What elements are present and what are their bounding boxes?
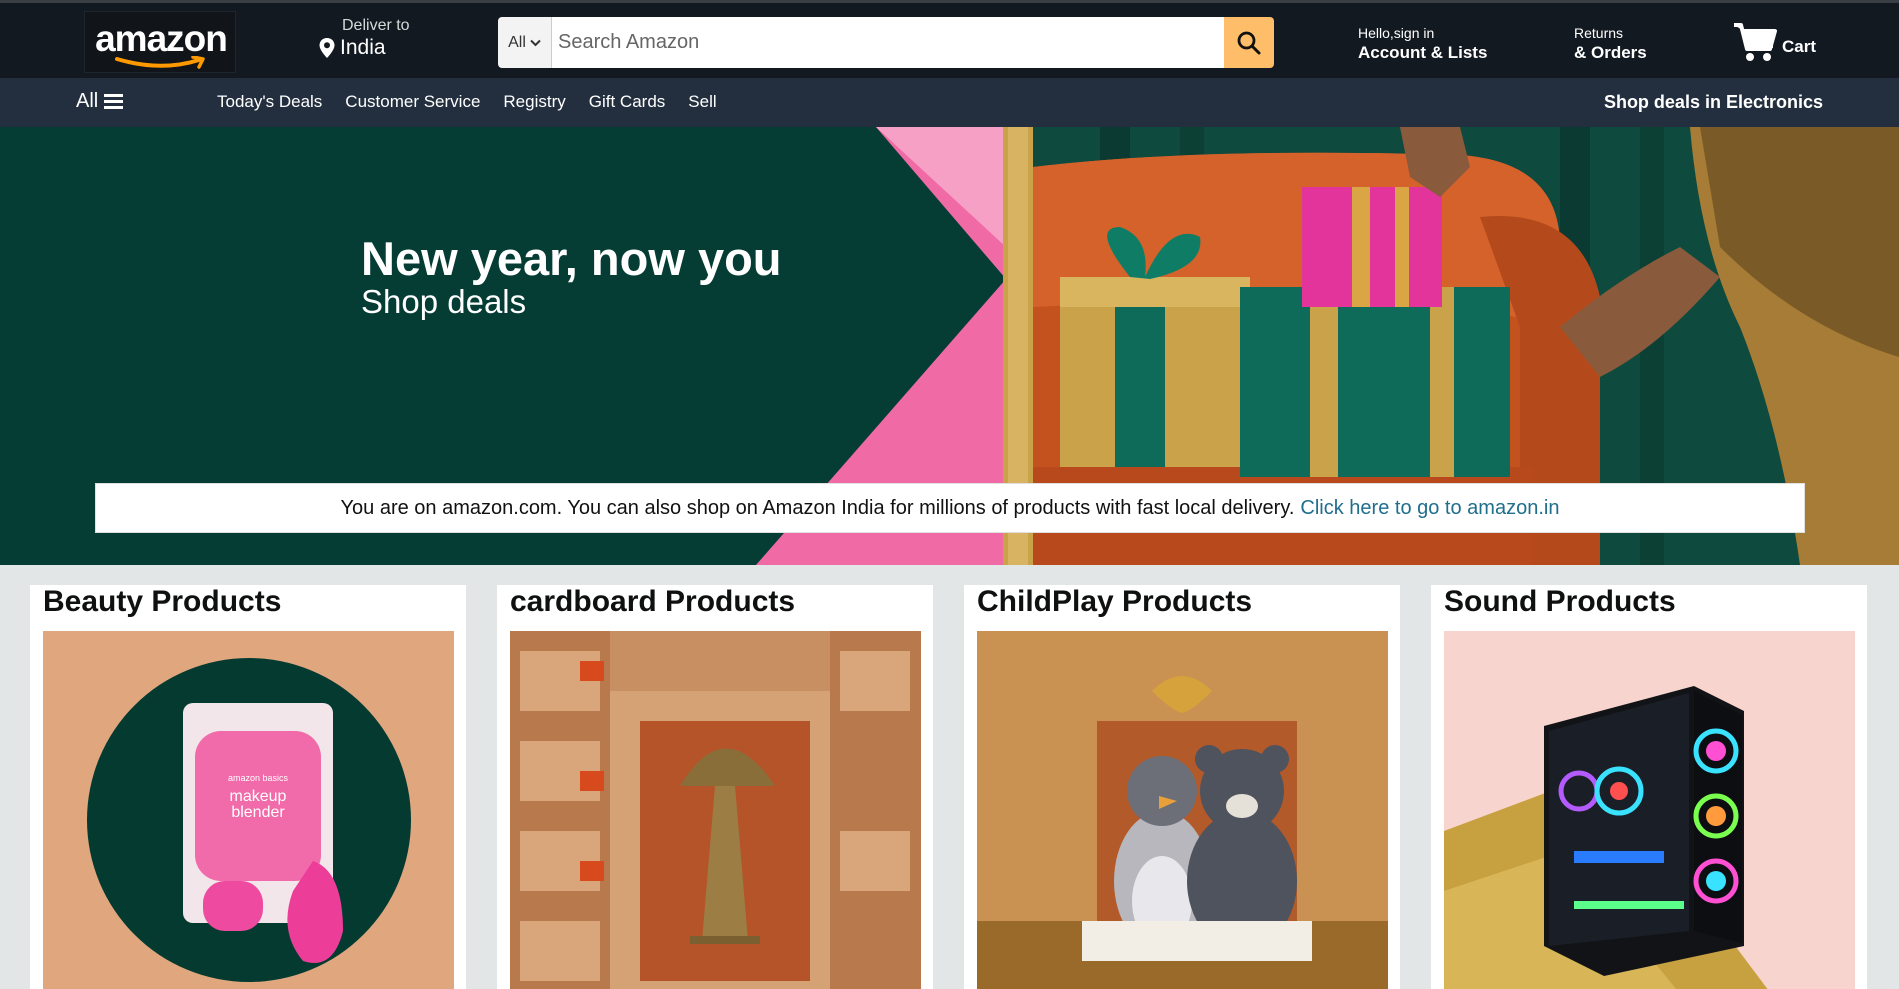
electronics-deals-link[interactable]: Shop deals in Electronics xyxy=(1604,92,1823,113)
deliver-to[interactable]: Deliver to India xyxy=(318,17,410,60)
location-pin-icon xyxy=(319,38,335,58)
nav-link-customer-service[interactable]: Customer Service xyxy=(345,92,480,112)
card-title: ChildPlay Products xyxy=(977,585,1253,618)
product-brand-text: amazon basics xyxy=(228,773,289,783)
product-label-line1: makeup xyxy=(230,788,287,805)
logo-text: amazon xyxy=(95,18,228,59)
nav-link-registry[interactable]: Registry xyxy=(503,92,565,112)
account-greeting: Hello,sign in xyxy=(1358,25,1435,41)
search-bar: All xyxy=(498,17,1274,68)
cardboard-boxes-illustration xyxy=(510,631,921,989)
search-button[interactable] xyxy=(1224,17,1274,68)
product-card-grid: Beauty Products amazon basics makeup ble… xyxy=(0,565,1899,989)
hero-title: New year, now you xyxy=(361,232,782,285)
region-notice-banner: You are on amazon.com. You can also shop… xyxy=(95,483,1805,533)
search-input[interactable] xyxy=(552,17,1224,68)
region-notice-text: You are on amazon.com. You can also shop… xyxy=(340,496,1295,519)
nav-link-gift-cards[interactable]: Gift Cards xyxy=(589,92,666,112)
amazon-logo[interactable]: amazon xyxy=(84,11,236,73)
returns-orders-link[interactable]: Returns & Orders xyxy=(1574,25,1647,63)
card-title: Sound Products xyxy=(1444,585,1676,618)
nav-link-sell[interactable]: Sell xyxy=(688,92,716,112)
product-card-childplay[interactable]: ChildPlay Products xyxy=(964,585,1400,989)
deliver-to-location: India xyxy=(340,36,386,59)
makeup-blender-illustration: amazon basics makeup blender xyxy=(43,631,454,989)
beauty-product-image[interactable]: amazon basics makeup blender xyxy=(43,631,454,989)
card-title: Beauty Products xyxy=(43,585,282,618)
product-card-sound[interactable]: Sound Products xyxy=(1431,585,1867,989)
account-label: Account & Lists xyxy=(1358,43,1488,62)
product-label-line2: blender xyxy=(231,804,285,821)
product-card-cardboard[interactable]: cardboard Products xyxy=(497,585,933,989)
plush-toys-illustration xyxy=(977,631,1388,989)
account-lists-menu[interactable]: Hello,sign in Account & Lists xyxy=(1358,25,1487,63)
cart-icon xyxy=(1734,23,1777,61)
amazon-india-link[interactable]: Click here to go to amazon.in xyxy=(1300,497,1559,520)
secondary-navbar: All Today's Deals Customer Service Regis… xyxy=(0,78,1899,127)
gaming-pc-illustration xyxy=(1444,631,1855,989)
childplay-product-image[interactable] xyxy=(977,631,1388,989)
chevron-down-icon xyxy=(530,39,541,46)
all-menu-label: All xyxy=(76,90,99,112)
cardboard-product-image[interactable] xyxy=(510,631,921,989)
sound-product-image[interactable] xyxy=(1444,631,1855,989)
nav-link-todays-deals[interactable]: Today's Deals xyxy=(217,92,322,112)
top-navbar: amazon Deliver to India All H xyxy=(0,0,1899,78)
cart-label: Cart xyxy=(1782,37,1817,56)
orders-label: & Orders xyxy=(1574,43,1647,62)
deliver-to-label: Deliver to xyxy=(342,17,410,34)
returns-label: Returns xyxy=(1574,25,1624,41)
product-card-beauty[interactable]: Beauty Products amazon basics makeup ble… xyxy=(30,585,466,989)
all-menu-button[interactable]: All xyxy=(76,90,124,113)
card-title: cardboard Products xyxy=(510,585,796,618)
search-icon xyxy=(1237,31,1261,54)
smile-arrow-icon xyxy=(115,56,205,69)
hamburger-icon xyxy=(104,94,124,109)
search-category-label: All xyxy=(508,33,526,51)
cart-button[interactable]: Cart xyxy=(1732,21,1816,63)
hero-subtitle: Shop deals xyxy=(361,283,527,320)
search-category-dropdown[interactable]: All xyxy=(498,17,552,68)
